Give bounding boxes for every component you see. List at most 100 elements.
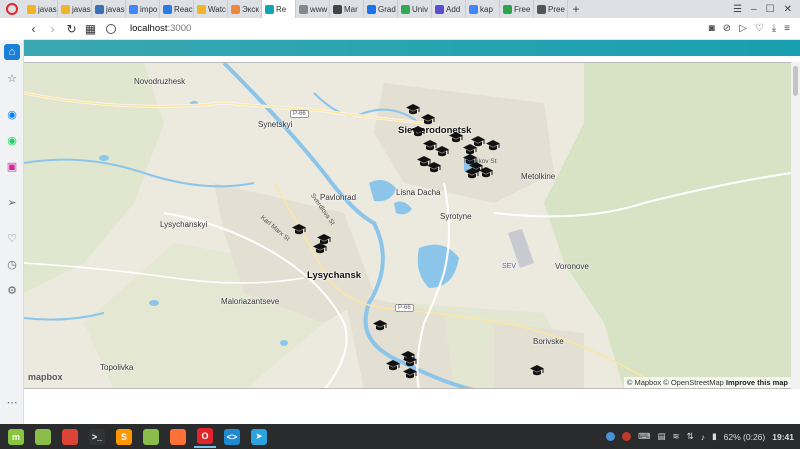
- instagram-icon[interactable]: ▣: [4, 158, 20, 174]
- flag-icon[interactable]: ▤: [657, 431, 665, 442]
- wifi-icon[interactable]: ≋: [672, 431, 679, 442]
- browser-tab[interactable]: Univ: [398, 0, 432, 18]
- graduation-cap-icon[interactable]: [470, 135, 486, 149]
- graduation-cap-icon[interactable]: [410, 125, 426, 139]
- browser-tab[interactable]: impo: [126, 0, 160, 18]
- browser-tab[interactable]: javas: [24, 0, 58, 18]
- battery-status[interactable]: 62% (0:26): [724, 432, 766, 442]
- more-icon[interactable]: ⋯: [4, 394, 20, 410]
- tab-favicon-icon: [299, 4, 308, 14]
- tab-favicon-icon: [333, 4, 342, 14]
- taskbar-app-chrome[interactable]: [59, 426, 81, 448]
- download-icon[interactable]: ⤓: [772, 23, 776, 34]
- home-icon[interactable]: ⌂: [4, 44, 20, 60]
- page-scrollbar[interactable]: [791, 62, 800, 389]
- browser-tab[interactable]: Grad: [364, 0, 398, 18]
- maximize-icon[interactable]: ☐: [766, 4, 775, 15]
- new-tab-button[interactable]: +: [568, 2, 584, 16]
- improve-map-link[interactable]: Improve this map: [726, 378, 788, 387]
- menu-icon[interactable]: ≡: [784, 23, 790, 34]
- close-window-icon[interactable]: ✕: [784, 4, 792, 15]
- graduation-cap-icon[interactable]: [405, 103, 421, 117]
- browser-tab[interactable]: Add: [432, 0, 466, 18]
- taskbar-app-opera[interactable]: O: [194, 426, 216, 448]
- graduation-cap-icon[interactable]: [478, 166, 494, 180]
- attribution-mapbox-link[interactable]: © Mapbox: [627, 378, 661, 387]
- messenger-icon[interactable]: ◉: [4, 106, 20, 122]
- update-icon[interactable]: [606, 432, 616, 441]
- taskbar-app-sublime[interactable]: S: [113, 426, 135, 448]
- browser-tab[interactable]: Re: [262, 0, 296, 18]
- terminal-icon: >_: [89, 428, 105, 445]
- camera-icon[interactable]: ◙: [709, 23, 715, 34]
- graduation-cap-icon[interactable]: [464, 167, 480, 181]
- speed-dial-icon[interactable]: ▦: [81, 22, 100, 36]
- player-icon[interactable]: ▷: [739, 23, 747, 34]
- heart-icon[interactable]: ♡: [755, 23, 764, 34]
- graduation-cap-icon[interactable]: [422, 139, 438, 153]
- reload-button[interactable]: ↻: [62, 22, 81, 36]
- block-icon[interactable]: ⊘: [723, 23, 731, 34]
- star-icon[interactable]: ☆: [4, 70, 20, 86]
- back-button[interactable]: ‹: [24, 22, 43, 36]
- taskbar-app-terminal[interactable]: >_: [86, 426, 108, 448]
- tab-favicon-icon: [503, 4, 512, 14]
- graduation-cap-icon[interactable]: [372, 319, 388, 333]
- clock[interactable]: 19:41: [772, 432, 794, 442]
- minimize-icon[interactable]: –: [751, 4, 757, 15]
- airport-label: SEV: [502, 263, 517, 270]
- url-field[interactable]: localhost:3000: [130, 23, 191, 34]
- browser-tab[interactable]: javas: [58, 0, 92, 18]
- battery-icon[interactable]: ▮: [712, 431, 717, 442]
- tab-favicon-icon: [435, 4, 444, 14]
- network-icon[interactable]: ⇅: [687, 431, 694, 442]
- tab-label: impo: [140, 4, 158, 14]
- tab-favicon-icon: [95, 4, 104, 14]
- taskbar-app-files2[interactable]: [140, 426, 162, 448]
- taskbar-app-mint-menu[interactable]: m: [5, 426, 27, 448]
- taskbar-app-vscode[interactable]: <>: [221, 426, 243, 448]
- graduation-cap-icon[interactable]: [316, 233, 332, 247]
- opera-logo-icon[interactable]: [0, 0, 24, 18]
- place-label: Metolkine: [521, 172, 556, 181]
- firefox-icon: [170, 428, 186, 445]
- scrollbar-thumb[interactable]: [793, 66, 798, 96]
- browser-tab[interactable]: javas: [92, 0, 126, 18]
- browser-tab[interactable]: Экск: [228, 0, 262, 18]
- send-icon[interactable]: ➢: [4, 194, 20, 210]
- graduation-cap-icon[interactable]: [462, 153, 478, 167]
- browser-tab[interactable]: Reac: [160, 0, 194, 18]
- heart-icon[interactable]: ♡: [4, 230, 20, 246]
- graduation-cap-icon[interactable]: [485, 139, 501, 153]
- graduation-cap-icon[interactable]: [291, 223, 307, 237]
- map[interactable]: Novodruzhesk Synetskyi Sievierodonetsk M…: [24, 62, 791, 389]
- shield-icon[interactable]: [622, 432, 632, 441]
- volume-icon[interactable]: ♪: [701, 432, 705, 442]
- chrome-icon: [62, 428, 78, 445]
- tab-favicon-icon: [537, 4, 546, 14]
- tab-search-icon[interactable]: ☰: [733, 4, 742, 15]
- graduation-cap-icon[interactable]: [529, 364, 545, 378]
- attribution-osm-link[interactable]: © OpenStreetMap: [663, 378, 724, 387]
- browser-tab[interactable]: kap: [466, 0, 500, 18]
- mapbox-logo[interactable]: mapbox: [28, 372, 63, 382]
- whatsapp-icon[interactable]: ◉: [4, 132, 20, 148]
- graduation-cap-icon[interactable]: [402, 367, 418, 381]
- browser-tab[interactable]: Watc: [194, 0, 228, 18]
- url-port: :3000: [167, 23, 192, 34]
- browser-tab[interactable]: Mar: [330, 0, 364, 18]
- opera-icon: O: [197, 427, 213, 444]
- browser-tab[interactable]: Pree: [534, 0, 568, 18]
- settings-icon[interactable]: ⚙: [4, 282, 20, 298]
- graduation-cap-icon[interactable]: [426, 161, 442, 175]
- taskbar-app-telegram[interactable]: ➤: [248, 426, 270, 448]
- forward-button[interactable]: ›: [43, 22, 62, 36]
- browser-tab[interactable]: Free: [500, 0, 534, 18]
- taskbar-app-files[interactable]: [32, 426, 54, 448]
- history-icon[interactable]: ◷: [4, 256, 20, 272]
- graduation-cap-icon[interactable]: [385, 359, 401, 373]
- tab-label: Add: [446, 4, 461, 14]
- browser-tab[interactable]: www: [296, 0, 330, 18]
- taskbar-app-firefox[interactable]: [167, 426, 189, 448]
- keyboard-icon[interactable]: ⌨: [638, 431, 650, 442]
